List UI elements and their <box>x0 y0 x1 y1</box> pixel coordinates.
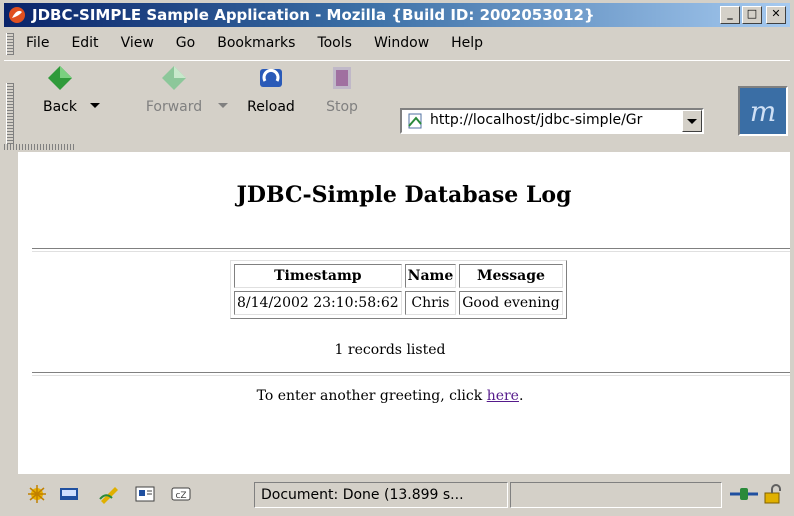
addressbook-icon[interactable] <box>134 484 156 504</box>
menu-file[interactable]: File <box>26 35 49 51</box>
menu-bar: File Edit View Go Bookmarks Tools Window Help <box>4 31 790 57</box>
url-text[interactable]: http://localhost/jdbc-simple/Gr <box>430 112 674 128</box>
menubar-grip[interactable] <box>6 33 14 55</box>
browser-window: JDBC-SIMPLE Sample Application - Mozilla… <box>0 0 794 516</box>
status-spacer <box>510 482 722 508</box>
menu-edit[interactable]: Edit <box>71 35 98 51</box>
reload-label: Reload <box>247 99 295 115</box>
footer-suffix: . <box>518 388 524 404</box>
page-content: JDBC-Simple Database Log Timestamp Name Me… <box>18 152 790 474</box>
navigator-icon[interactable] <box>26 484 48 504</box>
status-bar: cZ Document: Done (13.899 s... <box>4 478 790 512</box>
column-header-name: Name <box>404 264 457 288</box>
irc-chat-icon[interactable]: cZ <box>170 484 192 504</box>
menu-bookmarks[interactable]: Bookmarks <box>217 35 295 51</box>
forward-arrow-icon <box>162 66 186 90</box>
stop-label: Stop <box>326 99 358 115</box>
records-count: 1 records listed <box>334 342 446 358</box>
throbber-graphic: m <box>750 95 777 128</box>
table-cell-message: Good evening <box>459 291 563 315</box>
column-header-timestamp: Timestamp <box>234 264 402 288</box>
minimize-button[interactable]: _ <box>720 6 740 24</box>
mozilla-icon <box>9 7 25 23</box>
svg-text:m: m <box>750 95 777 128</box>
toolbar-grip[interactable] <box>6 83 14 149</box>
window-title: JDBC-SIMPLE Sample Application - Mozilla… <box>32 6 595 24</box>
table-row: 8/14/2002 23:10:58:62 Chris Good evening <box>234 291 563 315</box>
forward-button[interactable]: Forward <box>138 66 210 115</box>
table-cell-name: Chris <box>404 291 457 315</box>
menu-window[interactable]: Window <box>374 35 429 51</box>
svg-text:cZ: cZ <box>175 491 186 501</box>
forward-history-caret[interactable] <box>218 103 228 108</box>
footer-prefix: To enter another greeting, click <box>256 388 487 404</box>
menu-help[interactable]: Help <box>451 35 483 51</box>
log-table: Timestamp Name Message 8/14/2002 23:10:58:… <box>230 260 567 319</box>
forward-label: Forward <box>145 99 203 115</box>
title-bar[interactable]: JDBC-SIMPLE Sample Application - Mozilla… <box>4 3 790 27</box>
stop-icon <box>333 67 351 89</box>
back-button[interactable]: Back <box>36 66 84 115</box>
menu-tools[interactable]: Tools <box>317 35 352 51</box>
maximize-button[interactable]: □ <box>742 6 762 24</box>
close-button[interactable]: ✕ <box>766 6 786 24</box>
horizontal-rule-bottom <box>32 372 790 376</box>
url-history-dropdown[interactable] <box>682 110 702 132</box>
url-field[interactable]: http://localhost/jdbc-simple/Gr <box>400 108 704 134</box>
status-text: Document: Done (13.899 s... <box>254 482 508 508</box>
mozilla-throbber-icon[interactable]: m <box>738 86 788 136</box>
page-icon <box>408 113 422 129</box>
column-header-message: Message <box>459 264 563 288</box>
composer-icon[interactable] <box>98 484 120 504</box>
collapsed-toolbar-grip[interactable] <box>4 144 104 152</box>
page-heading: JDBC-Simple Database Log <box>236 182 572 208</box>
horizontal-rule-top <box>32 248 790 252</box>
chevron-down-icon <box>687 119 697 124</box>
table-cell-timestamp: 8/14/2002 23:10:58:62 <box>234 291 402 315</box>
maximize-icon: □ <box>746 7 758 20</box>
minimize-icon: _ <box>727 7 733 20</box>
lock-icon[interactable] <box>762 484 784 504</box>
menu-go[interactable]: Go <box>176 35 195 51</box>
here-link[interactable]: here <box>487 388 519 404</box>
close-icon: ✕ <box>771 7 781 20</box>
mail-icon[interactable] <box>58 484 80 504</box>
stop-button[interactable]: Stop <box>322 67 362 115</box>
back-history-caret[interactable] <box>90 103 100 108</box>
reload-icon <box>260 68 282 87</box>
footer-text: To enter another greeting, click here. <box>18 388 762 404</box>
back-arrow-icon <box>48 66 72 90</box>
reload-button[interactable]: Reload <box>244 68 298 115</box>
back-label: Back <box>43 99 77 115</box>
menu-view[interactable]: View <box>121 35 154 51</box>
online-icon[interactable] <box>728 484 760 504</box>
